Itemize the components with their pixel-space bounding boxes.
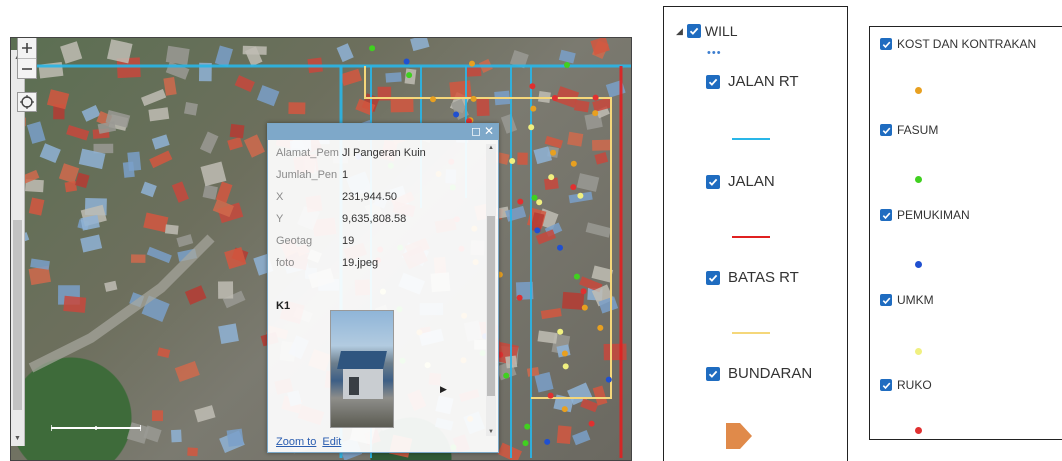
line-symbol-jalan	[732, 236, 770, 238]
zoom-to-link[interactable]: Zoom to	[276, 436, 316, 448]
layer-label: JALAN RT	[728, 73, 799, 90]
attribute-row: Y 9,635,808.58	[276, 208, 426, 230]
layer-checkbox[interactable]	[880, 209, 892, 221]
layer-label: JALAN	[728, 173, 775, 190]
attribute-value: 1	[342, 169, 349, 181]
popup-actions: Zoom to Edit	[276, 436, 341, 448]
layer-fasum[interactable]: FASUM	[880, 123, 938, 137]
layer-jalan[interactable]: JALAN	[706, 173, 775, 190]
edit-link[interactable]: Edit	[322, 436, 341, 448]
attribute-row: Geotag 19	[276, 230, 426, 252]
check-icon	[708, 178, 718, 186]
layer-bundaran[interactable]: BUNDARAN	[706, 365, 812, 382]
group-checkbox[interactable]	[686, 24, 701, 38]
layer-checkbox[interactable]	[706, 270, 720, 285]
point-layer-panel: KOST DAN KONTRAKAN FASUM PEMUKIMAN UMKM	[869, 26, 1062, 440]
check-icon	[882, 41, 890, 48]
layer-checkbox[interactable]	[880, 379, 892, 391]
scroll-up-icon[interactable]: ▲	[488, 145, 494, 151]
scrollbar-thumb[interactable]	[13, 220, 22, 410]
check-icon	[708, 274, 718, 282]
point-symbol-ruko	[915, 427, 922, 434]
attribute-key: Alamat_Pem	[276, 147, 339, 159]
check-icon	[882, 127, 890, 134]
layer-checkbox[interactable]	[706, 366, 720, 381]
point-symbol-pemukiman	[915, 261, 922, 268]
layer-kost-dan-kontrakan[interactable]: KOST DAN KONTRAKAN	[880, 37, 1036, 51]
layer-label: UMKM	[897, 293, 934, 307]
scroll-down-icon[interactable]: ▼	[488, 429, 494, 435]
plus-icon	[22, 43, 32, 53]
check-icon	[882, 382, 890, 389]
maximize-icon[interactable]: ◻	[471, 125, 481, 138]
scale-bar	[51, 425, 141, 431]
attribute-value: 231,944.50	[342, 191, 398, 203]
popup-content: Alamat_Pem Jl Pangeran Kuin Jumlah_Pen 1…	[268, 140, 486, 440]
layer-checkbox[interactable]	[880, 124, 892, 136]
popup-header: ◻ ✕	[268, 124, 498, 140]
layer-label: FASUM	[897, 123, 939, 137]
check-icon	[708, 78, 718, 86]
point-symbol-kost	[915, 87, 922, 94]
layer-checkbox[interactable]	[706, 174, 720, 189]
locate-button[interactable]	[17, 92, 37, 112]
check-icon	[708, 370, 718, 378]
collapse-triangle-icon[interactable]: ◢	[676, 26, 683, 37]
attribute-key: Geotag	[276, 235, 313, 247]
group-layer-will[interactable]: ◢ WILL	[676, 23, 738, 39]
screenshot-stage: ▲ ▼ ◻ ✕	[0, 0, 1062, 461]
zoom-control	[17, 38, 37, 79]
point-symbol-umkm	[915, 348, 922, 355]
attribute-value: 19	[342, 235, 355, 247]
scroll-down-icon[interactable]: ▼	[14, 435, 21, 442]
layer-batas-rt[interactable]: BATAS RT	[706, 269, 799, 286]
layer-label: KOST DAN KONTRAKAN	[897, 37, 1037, 51]
check-icon	[882, 212, 890, 219]
point-symbol-fasum	[915, 176, 922, 183]
layer-checkbox[interactable]	[880, 38, 892, 50]
attribute-key: foto	[276, 257, 295, 269]
group-label: WILL	[704, 23, 738, 39]
scrollbar-thumb[interactable]	[487, 216, 495, 396]
layer-label: RUKO	[897, 378, 932, 392]
media-section-title: K1	[276, 300, 291, 312]
next-media-icon[interactable]: ▶	[440, 384, 447, 395]
layer-checkbox[interactable]	[706, 74, 720, 89]
layer-umkm[interactable]: UMKM	[880, 293, 934, 307]
polygon-symbol-bundaran	[726, 423, 752, 449]
more-options-icon[interactable]: •••	[707, 47, 722, 59]
attribute-key: Jumlah_Pen	[276, 169, 338, 181]
layer-pemukiman[interactable]: PEMUKIMAN	[880, 208, 970, 222]
attribute-value: Jl Pangeran Kuin	[342, 147, 426, 159]
layer-ruko[interactable]: RUKO	[880, 378, 932, 392]
attribute-row: Alamat_Pem Jl Pangeran Kuin	[276, 142, 426, 164]
crosshair-icon	[20, 95, 34, 109]
layer-label: BUNDARAN	[728, 365, 813, 382]
layer-label: BATAS RT	[728, 269, 799, 286]
check-icon	[689, 27, 699, 35]
attribute-key: X	[276, 191, 284, 203]
attribute-value: 9,635,808.58	[342, 213, 407, 225]
popup-scrollbar[interactable]: ▲ ▼	[486, 144, 496, 436]
check-icon	[882, 297, 890, 304]
layer-list-panel: ◢ WILL ••• JALAN RT JALAN BATAS RT BUNDA…	[663, 6, 848, 461]
zoom-out-button[interactable]	[18, 58, 36, 78]
attribute-table: Alamat_Pem Jl Pangeran Kuin Jumlah_Pen 1…	[276, 142, 426, 274]
layer-jalan-rt[interactable]: JALAN RT	[706, 73, 799, 90]
minus-icon	[22, 67, 32, 70]
line-symbol-jalan-rt	[732, 138, 770, 140]
attribute-row: X 231,944.50	[276, 186, 426, 208]
close-icon[interactable]: ✕	[484, 125, 494, 138]
layer-label: PEMUKIMAN	[897, 208, 970, 222]
feature-photo[interactable]	[330, 310, 394, 428]
attribute-row: foto 19.jpeg	[276, 252, 426, 274]
line-symbol-batas-rt	[732, 332, 770, 334]
attribute-value: 19.jpeg	[342, 257, 379, 269]
zoom-in-button[interactable]	[18, 38, 36, 58]
layer-checkbox[interactable]	[880, 294, 892, 306]
attribute-row: Jumlah_Pen 1	[276, 164, 426, 186]
attribute-key: Y	[276, 213, 284, 225]
feature-popup: ◻ ✕ Alamat_Pem Jl Pangeran Kuin Jumlah_P…	[267, 123, 499, 453]
